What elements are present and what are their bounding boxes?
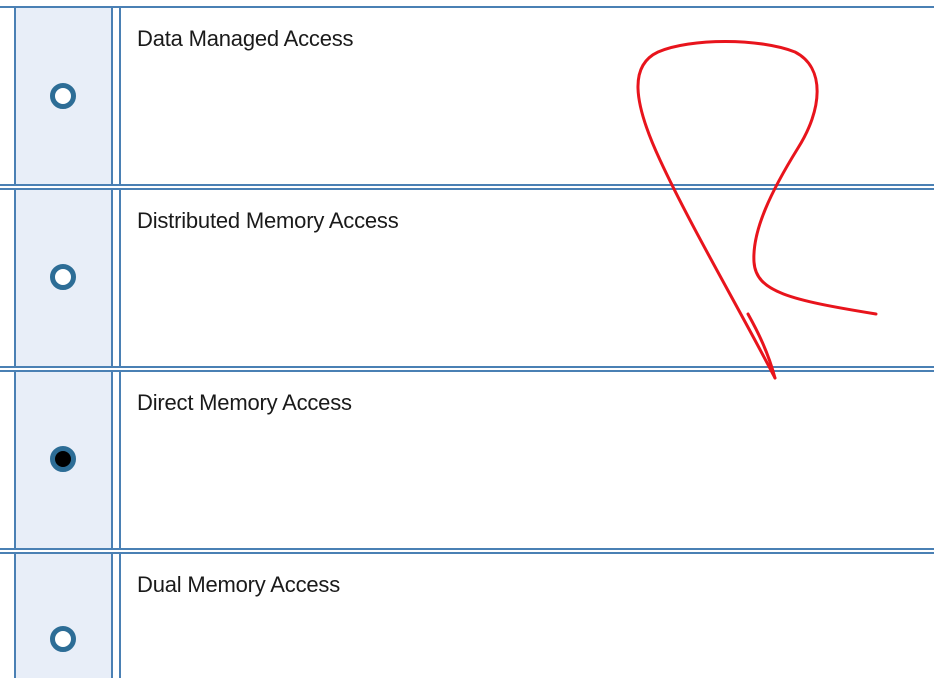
radio-selected-icon[interactable] (50, 446, 76, 472)
multiple-choice-question: Data Managed Access Distributed Memory A… (0, 0, 934, 678)
option-row-data-managed-access: Data Managed Access (0, 6, 934, 186)
option-row-distributed-memory-access: Distributed Memory Access (0, 188, 934, 368)
option-label-cell[interactable]: Distributed Memory Access (119, 190, 934, 366)
radio-unselected-icon[interactable] (50, 264, 76, 290)
option-label: Dual Memory Access (137, 572, 341, 597)
option-label-cell[interactable]: Data Managed Access (119, 8, 934, 184)
radio-cell[interactable] (14, 190, 113, 366)
radio-cell[interactable] (14, 372, 113, 548)
option-row-dual-memory-access: Dual Memory Access (0, 552, 934, 678)
radio-unselected-icon[interactable] (50, 83, 76, 109)
option-row-direct-memory-access: Direct Memory Access (0, 370, 934, 550)
option-label-cell[interactable]: Direct Memory Access (119, 372, 934, 548)
option-label: Distributed Memory Access (137, 208, 399, 233)
radio-cell[interactable] (14, 8, 113, 184)
radio-cell[interactable] (14, 554, 113, 678)
option-label: Data Managed Access (137, 26, 354, 51)
radio-unselected-icon[interactable] (50, 626, 76, 652)
option-label-cell[interactable]: Dual Memory Access (119, 554, 934, 678)
option-label: Direct Memory Access (137, 390, 352, 415)
